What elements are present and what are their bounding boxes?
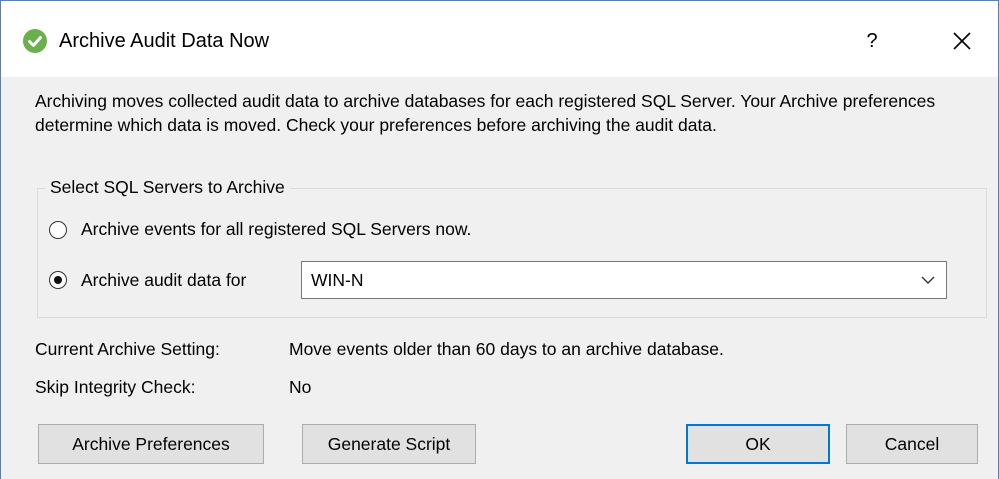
radio-archive-specific-label[interactable]: Archive audit data for <box>81 268 246 292</box>
description-text: Archiving moves collected audit data to … <box>35 91 936 135</box>
server-dropdown-value: WIN-N <box>311 270 364 290</box>
archive-setting-label: Current Archive Setting: <box>35 339 220 359</box>
cancel-button[interactable]: Cancel <box>846 424 978 464</box>
close-button[interactable] <box>939 21 985 61</box>
radio-archive-specific[interactable] <box>49 271 67 289</box>
archive-setting-value: Move events older than 60 days to an arc… <box>289 339 724 359</box>
archive-audit-dialog: Archive Audit Data Now ? Archiving moves… <box>0 0 999 479</box>
title-bar: Archive Audit Data Now ? <box>1 1 998 77</box>
archive-preferences-button[interactable]: Archive Preferences <box>38 424 264 464</box>
help-button[interactable]: ? <box>849 21 895 61</box>
group-label: Select SQL Servers to Archive <box>45 175 290 199</box>
radio-archive-all-label[interactable]: Archive events for all registered SQL Se… <box>81 217 471 241</box>
server-dropdown[interactable]: WIN-N <box>301 261 947 299</box>
generate-script-button[interactable]: Generate Script <box>302 424 476 464</box>
green-check-circle-icon <box>23 29 47 53</box>
close-icon <box>953 32 971 50</box>
chevron-down-icon <box>921 276 935 284</box>
radio-selected-dot <box>53 275 62 284</box>
radio-archive-all[interactable] <box>49 221 67 239</box>
skip-integrity-value: No <box>289 377 312 397</box>
ok-button[interactable]: OK <box>686 424 830 464</box>
dialog-title: Archive Audit Data Now <box>59 30 270 52</box>
skip-integrity-label: Skip Integrity Check: <box>35 377 196 397</box>
